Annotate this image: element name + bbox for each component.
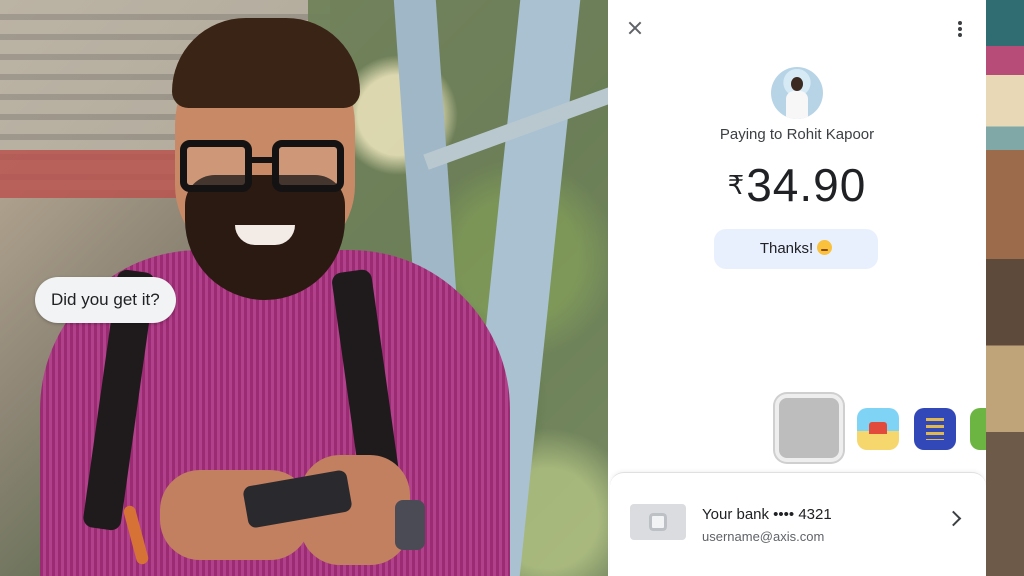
bank-account-name: Your bank •••• 4321 [702,506,832,523]
bank-logo-icon [630,504,686,540]
payment-amount: ₹34.90 [608,158,986,212]
payee-label: Paying to Rohit Kapoor [719,126,875,143]
amount-value: 34.90 [746,159,867,211]
city-reward-icon[interactable] [914,408,956,450]
glasses [180,135,350,195]
currency-symbol: ₹ [727,170,745,200]
payment-note-text: Thanks! [759,240,814,257]
scratch-card-placeholder[interactable] [775,394,843,462]
payment-note-chip[interactable]: Thanks! [714,229,878,269]
beach-reward-icon[interactable] [857,408,899,450]
close-icon[interactable] [622,14,650,42]
bank-account-selector[interactable]: Your bank •••• 4321 username@axis.com [610,472,986,576]
payee-avatar [771,67,823,119]
person-photo: Did you get it? [0,0,608,576]
background-photo-strip [986,0,1024,576]
hair [172,18,360,108]
chevron-right-icon[interactable] [946,507,962,531]
smiling-face-icon [817,240,833,255]
chat-bubble: Did you get it? [35,277,176,323]
payment-panel: Paying to Rohit Kapoor ₹34.90 Thanks! Yo… [608,0,1000,576]
more-vert-icon[interactable] [950,14,970,42]
bank-upi-id: username@axis.com [702,529,825,544]
wristwatch [395,500,425,550]
